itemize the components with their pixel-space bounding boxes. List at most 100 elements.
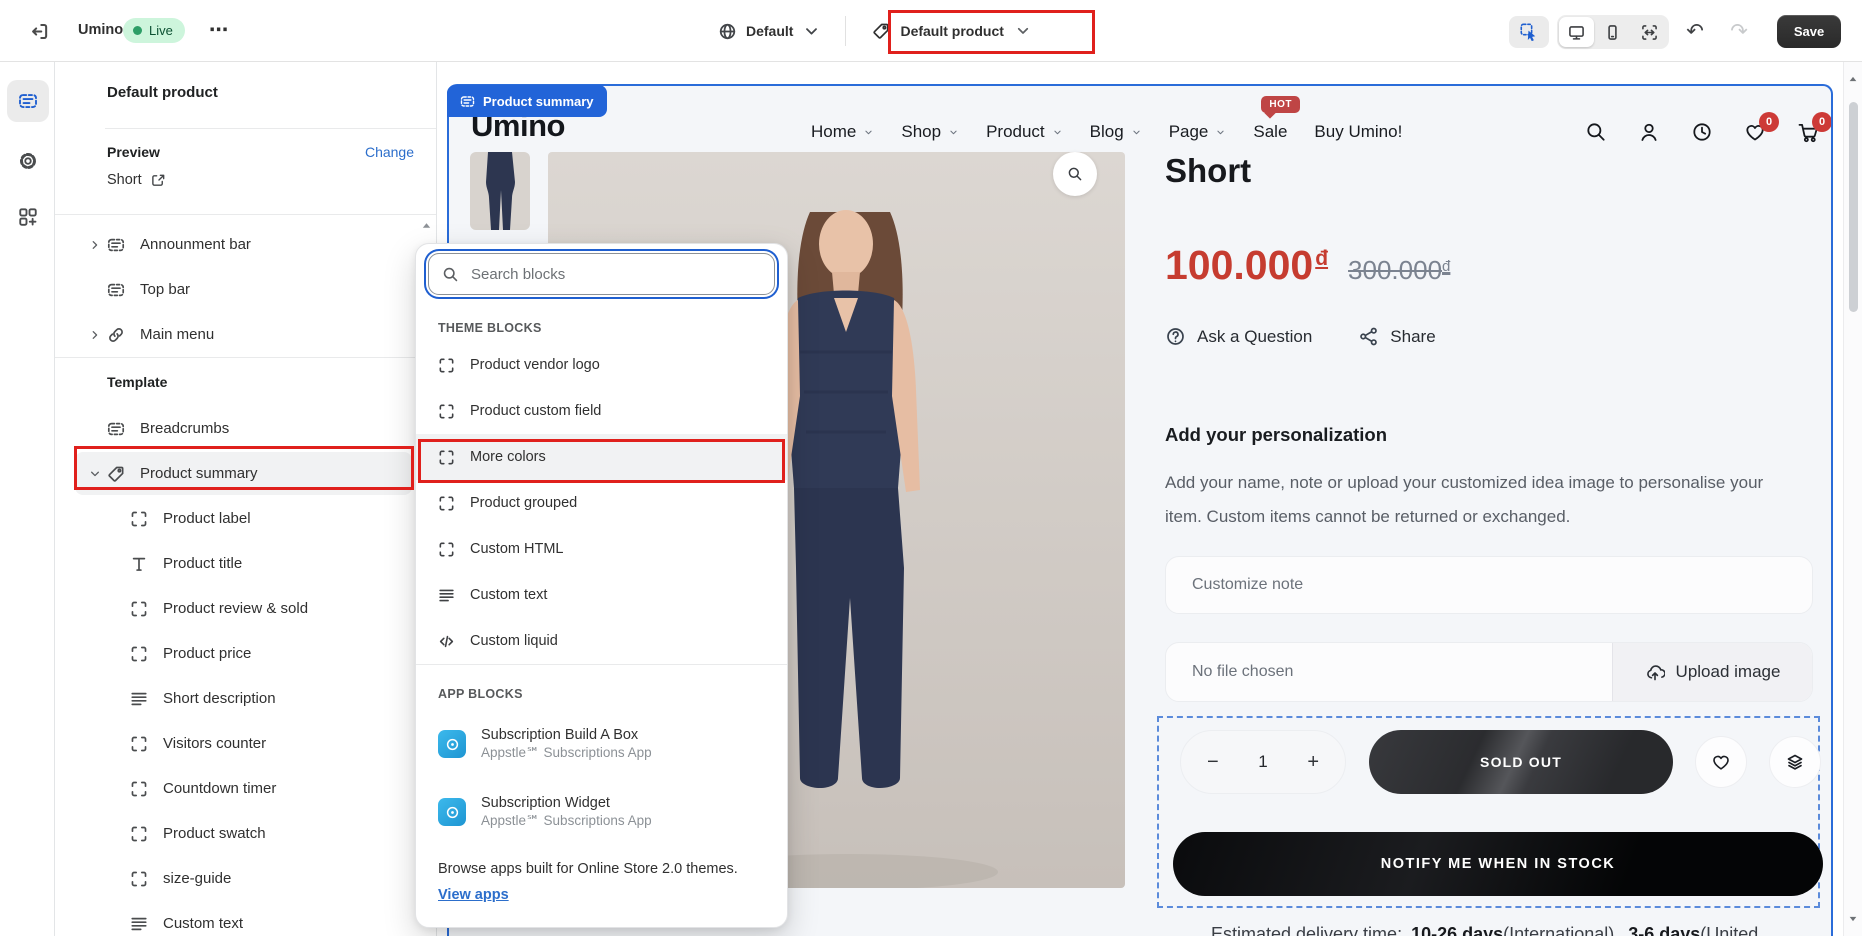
divider xyxy=(55,214,436,215)
image-zoom-button[interactable] xyxy=(1053,152,1097,196)
save-button[interactable]: Save xyxy=(1777,15,1841,48)
chevron-down-icon[interactable] xyxy=(88,467,102,481)
nav-item-page[interactable]: Page xyxy=(1169,122,1227,142)
add-to-compare-button[interactable] xyxy=(1769,736,1821,788)
preview-page[interactable]: Short xyxy=(107,172,166,188)
product-thumbnail-image[interactable] xyxy=(470,152,530,230)
sidebar-item-product-label[interactable]: Product label xyxy=(55,496,437,541)
section-icon xyxy=(107,420,125,438)
sidebar-item-breadcrumbs[interactable]: Breadcrumbs xyxy=(55,406,437,451)
mobile-icon xyxy=(1604,24,1621,41)
search-icon xyxy=(442,266,459,283)
app-block-subscription-build-a-box[interactable]: Subscription Build A BoxAppstle℠ Subscri… xyxy=(416,710,787,778)
add-to-wishlist-button[interactable] xyxy=(1695,736,1747,788)
ask-a-question-link[interactable]: Ask a Question xyxy=(1165,326,1312,347)
nav-item-shop[interactable]: Shop xyxy=(901,122,959,142)
block-option-custom-html[interactable]: Custom HTML xyxy=(416,526,787,572)
block-option-custom-liquid[interactable]: Custom liquid xyxy=(416,618,787,664)
chevron-right-icon[interactable] xyxy=(88,238,102,252)
sidebar-item-size-guide[interactable]: size-guide xyxy=(55,856,437,901)
block-icon xyxy=(438,449,455,466)
apps-tab[interactable] xyxy=(7,196,49,238)
sections-tab[interactable] xyxy=(7,80,49,122)
block-option-custom-text[interactable]: Custom text xyxy=(416,572,787,618)
redo-button[interactable]: ↷ xyxy=(1723,15,1755,47)
nav-item-sale[interactable]: HOTSale xyxy=(1253,122,1287,142)
mobile-view-button[interactable] xyxy=(1595,17,1630,47)
quantity-value[interactable]: 1 xyxy=(1258,752,1267,772)
personalization-text: Add your name, note or upload your custo… xyxy=(1165,466,1765,534)
nav-item-product[interactable]: Product xyxy=(986,122,1063,142)
change-preview-link[interactable]: Change xyxy=(365,144,414,160)
sidebar-item-product-review-sold[interactable]: Product review & sold xyxy=(55,586,437,631)
scroll-down-arrow[interactable] xyxy=(1848,914,1858,924)
question-circle-icon xyxy=(1165,326,1186,347)
block-icon xyxy=(130,645,148,663)
section-icon xyxy=(107,236,125,254)
page-scrollbar[interactable] xyxy=(1843,62,1862,936)
chevron-down-icon xyxy=(948,127,959,138)
share-link[interactable]: Share xyxy=(1358,326,1435,347)
exit-editor-button[interactable] xyxy=(20,15,58,47)
inspector-toggle-button[interactable] xyxy=(1509,16,1549,48)
desktop-view-button[interactable] xyxy=(1559,17,1594,47)
sidebar-item-visitors-counter[interactable]: Visitors counter xyxy=(55,721,437,766)
scrollbar-thumb[interactable] xyxy=(1849,102,1858,312)
theme-settings-tab[interactable] xyxy=(7,140,49,182)
panel-title: Default product xyxy=(107,84,218,101)
quantity-decrease-button[interactable]: − xyxy=(1207,751,1219,774)
chevron-down-icon xyxy=(863,127,874,138)
toolbar-divider xyxy=(845,16,846,46)
upload-image-button[interactable]: Upload image xyxy=(1612,643,1812,701)
store-account-button[interactable] xyxy=(1638,121,1660,143)
sidebar-item-product-title[interactable]: Product title xyxy=(55,541,437,586)
store-cart-button[interactable]: 0 xyxy=(1797,121,1819,143)
appstle-app-icon xyxy=(438,730,466,758)
section-icon xyxy=(107,281,125,299)
locale-selector[interactable]: Default xyxy=(718,22,835,41)
sidebar-item-main-menu[interactable]: Main menu xyxy=(55,312,437,357)
fullscreen-icon xyxy=(1641,24,1658,41)
search-blocks-input[interactable] xyxy=(428,253,775,295)
sold-out-button[interactable]: SOLD OUT xyxy=(1369,730,1673,794)
sidebar-item-announcement-bar[interactable]: Announment bar xyxy=(55,222,437,267)
sidebar-item-custom-text[interactable]: Custom text xyxy=(55,901,437,936)
store-search-button[interactable] xyxy=(1585,121,1607,143)
quantity-increase-button[interactable]: + xyxy=(1307,751,1319,774)
store-recently-viewed-button[interactable] xyxy=(1691,121,1713,143)
block-option-more-colors[interactable]: More colors xyxy=(416,434,787,480)
sidebar-item-product-price[interactable]: Product price xyxy=(55,631,437,676)
file-status-text: No file chosen xyxy=(1166,663,1612,681)
fullscreen-view-button[interactable] xyxy=(1632,17,1667,47)
live-dot-icon xyxy=(133,26,142,35)
scroll-up-arrow[interactable] xyxy=(1848,74,1858,84)
template-selector[interactable]: Default product xyxy=(856,11,1047,51)
sidebar-item-top-bar[interactable]: Top bar xyxy=(55,267,437,312)
customize-note-input[interactable] xyxy=(1165,556,1813,614)
sidebar-item-short-description[interactable]: Short description xyxy=(55,676,437,721)
undo-button[interactable]: ↶ xyxy=(1679,15,1711,47)
heart-icon xyxy=(1711,752,1731,772)
sidebar-item-product-summary[interactable]: Product summary xyxy=(55,451,437,496)
sidebar-item-countdown-timer[interactable]: Countdown timer xyxy=(55,766,437,811)
notify-me-button[interactable]: NOTIFY ME WHEN IN STOCK xyxy=(1173,832,1823,896)
cloud-upload-icon xyxy=(1645,662,1665,682)
block-option-product-grouped[interactable]: Product grouped xyxy=(416,480,787,526)
nav-item-buy-umino[interactable]: Buy Umino! xyxy=(1314,122,1402,142)
text-lines-icon xyxy=(130,690,148,708)
product-title: Short xyxy=(1165,152,1251,190)
view-apps-link[interactable]: View apps xyxy=(438,887,509,903)
code-icon xyxy=(438,633,455,650)
chevron-right-icon[interactable] xyxy=(88,328,102,342)
block-icon xyxy=(130,735,148,753)
section-list: Announment bar Top bar Main menu Templat… xyxy=(55,222,437,936)
app-block-subscription-widget[interactable]: Subscription WidgetAppstle℠ Subscription… xyxy=(416,778,787,846)
nav-item-blog[interactable]: Blog xyxy=(1090,122,1142,142)
sidebar-item-product-swatch[interactable]: Product swatch xyxy=(55,811,437,856)
more-actions-button[interactable]: ⋯ xyxy=(201,14,237,46)
nav-item-home[interactable]: Home xyxy=(811,122,874,142)
store-wishlist-button[interactable]: 0 xyxy=(1744,121,1766,143)
block-option-product-vendor-logo[interactable]: Product vendor logo xyxy=(416,342,787,388)
editor-toolbar: Umino Live ⋯ Default Default product ↶ ↷… xyxy=(0,0,1862,62)
block-option-product-custom-field[interactable]: Product custom field xyxy=(416,388,787,434)
